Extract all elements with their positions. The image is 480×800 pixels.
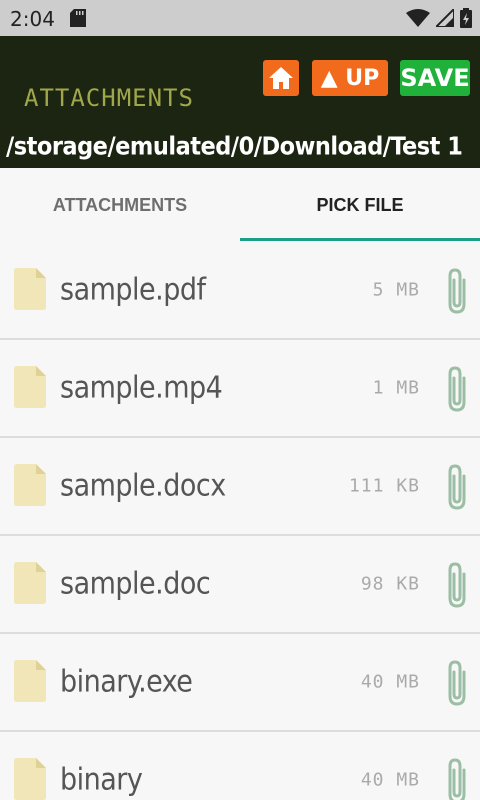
file-row-4[interactable]: binary.exe 40 MB [0,634,480,732]
paperclip-icon[interactable] [444,462,470,512]
battery-icon [460,8,472,28]
file-icon [14,464,46,506]
file-row-1[interactable]: sample.mp4 1 MB [0,340,480,438]
file-size: 40 MB [360,671,420,693]
file-name: sample.pdf [60,272,206,308]
tab-pick-file[interactable]: PICK FILE [240,168,480,242]
file-size: 1 MB [372,377,420,399]
file-icon [14,562,46,604]
file-size: 111 KB [348,475,420,497]
file-icon [14,366,46,408]
file-icon [14,660,46,702]
file-size: 98 KB [360,573,420,595]
file-size: 5 MB [372,279,420,301]
paperclip-icon[interactable] [444,756,470,800]
file-name: sample.docx [60,468,226,504]
home-icon [269,67,293,89]
file-name: binary [60,762,143,798]
status-bar: 2:04 [0,0,480,36]
status-icons [406,8,472,28]
file-icon [14,268,46,310]
tab-bar: ATTACHMENTS PICK FILE [0,168,480,242]
file-row-2[interactable]: sample.docx 111 KB [0,438,480,536]
status-time: 2:04 [10,7,55,31]
paperclip-icon[interactable] [444,560,470,610]
tab-attachments[interactable]: ATTACHMENTS [0,168,240,242]
wifi-icon [406,9,430,27]
up-button[interactable]: ▲ UP [312,60,388,96]
home-button[interactable] [263,60,299,96]
save-button[interactable]: SAVE [400,60,470,96]
current-path: /storage/emulated/0/Download/Test 1 [6,131,463,161]
sd-card-icon [70,9,86,27]
paperclip-icon[interactable] [444,658,470,708]
file-size: 40 MB [360,769,420,791]
paperclip-icon[interactable] [444,266,470,316]
app-title: ATTACHMENTS [24,84,194,112]
paperclip-icon[interactable] [444,364,470,414]
file-row-3[interactable]: sample.doc 98 KB [0,536,480,634]
file-name: binary.exe [60,664,193,700]
file-row-5[interactable]: binary 40 MB [0,732,480,800]
active-tab-indicator [240,238,480,241]
file-row-0[interactable]: sample.pdf 5 MB [0,242,480,340]
signal-icon [436,9,454,27]
file-name: sample.doc [60,566,211,602]
file-icon [14,758,46,800]
toolbar: ATTACHMENTS ▲ UP SAVE /storage/emulated/… [0,36,480,168]
file-name: sample.mp4 [60,370,223,406]
file-list: sample.pdf 5 MB sample.mp4 1 MB sample.d… [0,242,480,800]
